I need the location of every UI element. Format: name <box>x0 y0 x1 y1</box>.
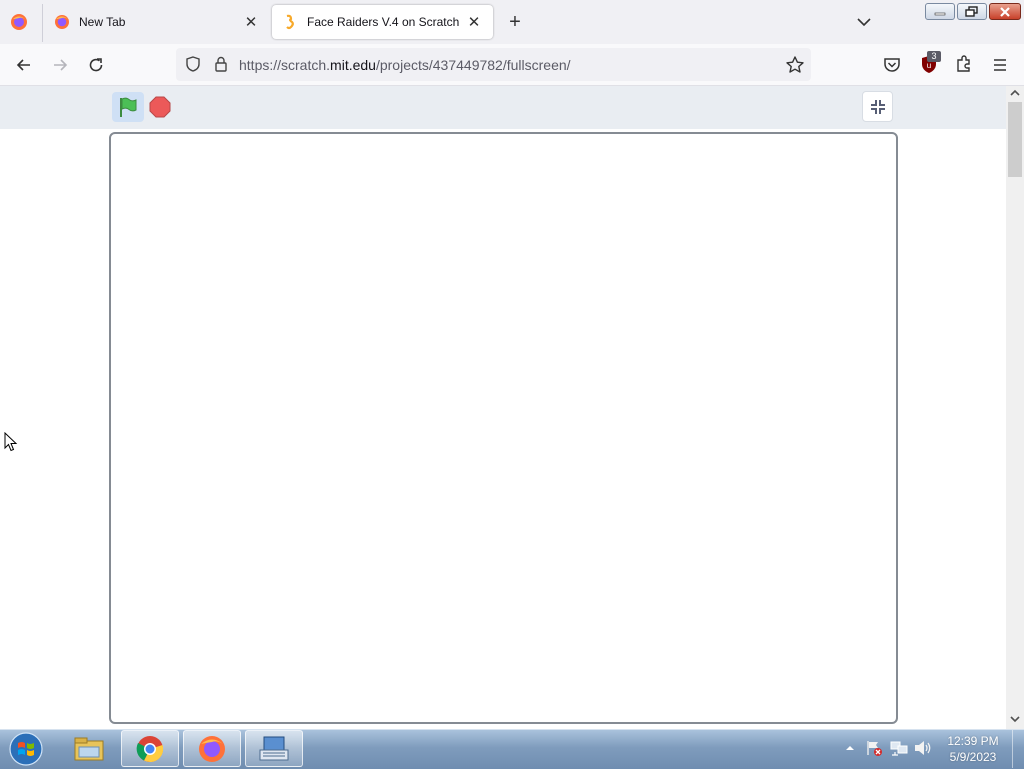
action-center-flag-icon[interactable] <box>865 739 883 757</box>
taskbar-chrome[interactable] <box>121 730 179 767</box>
window-restore-button[interactable] <box>957 3 987 20</box>
lock-icon[interactable] <box>212 55 230 73</box>
url-prefix: https://scratch. <box>239 57 331 73</box>
green-flag-button[interactable] <box>112 92 144 122</box>
forward-arrow-icon[interactable] <box>47 52 73 78</box>
network-icon[interactable] <box>889 739 909 757</box>
volume-speaker-icon[interactable] <box>913 739 933 757</box>
window-minimize-button[interactable] <box>925 3 955 20</box>
show-hidden-icons-arrow-icon[interactable] <box>845 742 855 752</box>
tab-title: New Tab <box>79 15 126 29</box>
svg-text:u: u <box>927 61 931 70</box>
firefox-icon <box>54 14 70 30</box>
bookmark-star-icon[interactable] <box>785 55 805 75</box>
taskbar-file-explorer[interactable] <box>60 730 118 767</box>
show-desktop-button[interactable] <box>1012 730 1024 768</box>
scratch-cat-icon <box>282 14 298 30</box>
keyboard-icon <box>259 736 289 760</box>
tab-separator <box>42 4 43 42</box>
clock-time: 12:39 PM <box>947 734 999 748</box>
project-stage[interactable] <box>109 132 898 724</box>
url-domain: mit.edu <box>330 57 376 73</box>
tab-title: Face Raiders V.4 on Scratch <box>307 15 460 29</box>
tracking-protection-shield-icon[interactable] <box>184 55 202 73</box>
window-close-button[interactable] <box>989 3 1021 20</box>
taskbar-firefox[interactable] <box>183 730 241 767</box>
exit-fullscreen-button[interactable] <box>862 91 893 122</box>
folder-icon <box>74 737 104 760</box>
tab-close-icon[interactable]: ✕ <box>465 13 483 31</box>
list-all-tabs-chevron-icon[interactable] <box>852 10 876 34</box>
taskbar-on-screen-keyboard[interactable] <box>245 730 303 767</box>
hamburger-menu-icon[interactable] <box>990 55 1010 75</box>
extensions-puzzle-icon[interactable] <box>954 54 974 74</box>
extension-badge-count: 3 <box>927 51 941 62</box>
tab-close-icon[interactable]: ✕ <box>242 13 260 31</box>
windows-logo-icon <box>9 732 43 766</box>
pocket-icon[interactable] <box>882 55 902 75</box>
reload-icon[interactable] <box>83 52 109 78</box>
green-flag-icon <box>120 97 137 117</box>
exit-fullscreen-icon <box>870 99 885 114</box>
taskbar-clock[interactable]: 12:39 PM 5/9/2023 <box>940 733 1006 765</box>
vertical-scrollbar[interactable] <box>1006 86 1024 729</box>
new-tab-plus-icon[interactable]: + <box>503 10 527 34</box>
clock-date: 5/9/2023 <box>949 750 997 764</box>
scroll-down-arrow-icon[interactable] <box>1006 712 1024 726</box>
tab-new-tab[interactable]: New Tab ✕ <box>44 5 270 39</box>
stop-button[interactable] <box>148 95 172 119</box>
tab-face-raiders[interactable]: Face Raiders V.4 on Scratch ✕ <box>272 5 493 39</box>
url-path: /projects/437449782/fullscreen/ <box>375 57 571 73</box>
scrollbar-thumb[interactable] <box>1008 102 1022 177</box>
stop-sign-icon <box>149 96 171 118</box>
mouse-cursor-icon <box>4 431 18 452</box>
url-text[interactable]: https://scratch.mit.edu/projects/4374497… <box>239 57 571 73</box>
back-arrow-icon[interactable] <box>11 52 37 78</box>
chrome-icon <box>136 735 164 762</box>
start-button[interactable] <box>6 731 46 767</box>
scroll-up-arrow-icon[interactable] <box>1006 86 1024 100</box>
firefox-menu-icon[interactable] <box>10 13 28 31</box>
firefox-icon <box>199 735 225 762</box>
